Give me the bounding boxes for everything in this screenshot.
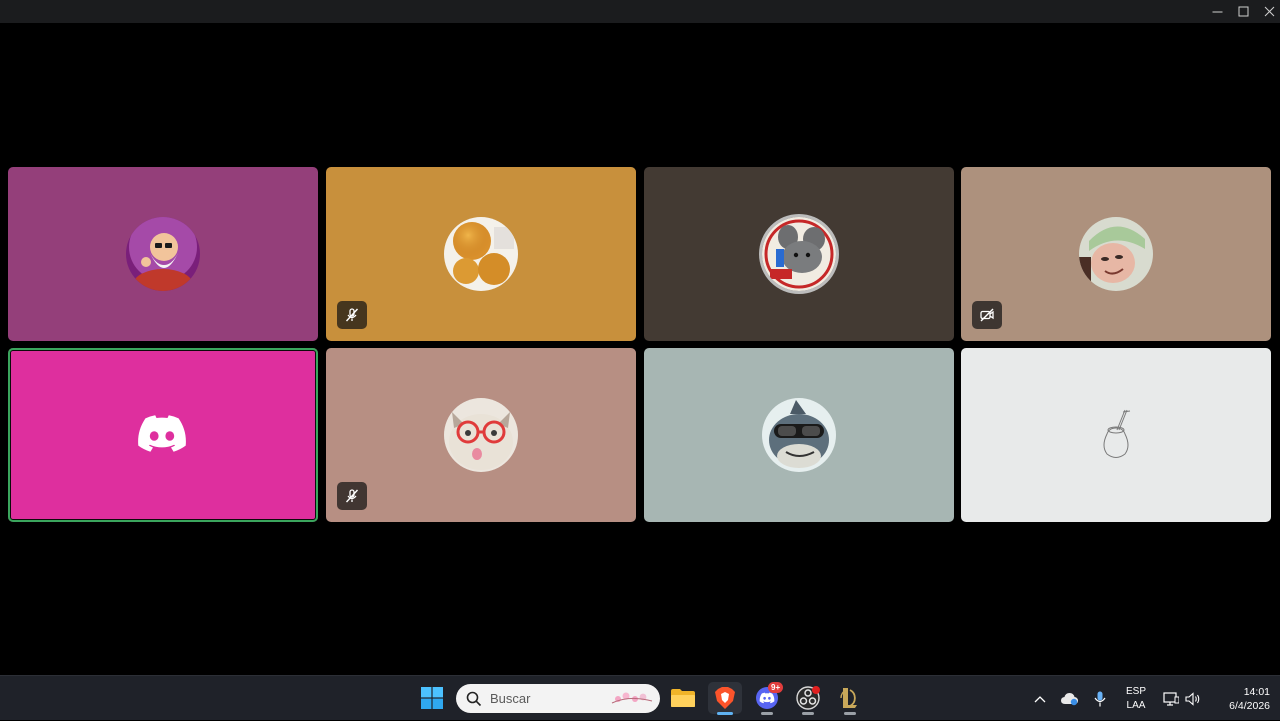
discord-notification-badge: 9+ bbox=[768, 682, 784, 693]
avatar bbox=[1079, 217, 1153, 291]
camera-off-icon bbox=[980, 308, 994, 322]
taskbar-clock[interactable]: 14:01 6/4/2026 bbox=[1208, 685, 1270, 713]
avatar bbox=[762, 398, 836, 472]
participant-tile-selfie[interactable] bbox=[961, 167, 1271, 341]
mic-muted-indicator bbox=[337, 482, 367, 510]
brave-icon bbox=[715, 687, 735, 709]
close-icon bbox=[1264, 6, 1274, 17]
language-code: ESP bbox=[1125, 686, 1146, 697]
active-indicator bbox=[717, 712, 733, 715]
taskbar-league-client[interactable] bbox=[833, 682, 867, 715]
microphone-tray-button[interactable] bbox=[1088, 676, 1112, 721]
mic-muted-icon bbox=[345, 489, 359, 503]
speaker-icon bbox=[1185, 691, 1200, 706]
microphone-icon bbox=[1094, 691, 1106, 706]
window-title-bar bbox=[0, 0, 1280, 23]
running-indicator bbox=[844, 712, 856, 715]
obs-icon bbox=[796, 686, 820, 710]
clock-date: 6/4/2026 bbox=[1229, 700, 1270, 712]
cloud-icon bbox=[1061, 692, 1078, 705]
taskbar: Buscar 9+ ESP LAA 14:01 6/4/2026 bbox=[0, 675, 1280, 720]
volume-tray-button[interactable] bbox=[1182, 676, 1204, 721]
search-icon bbox=[466, 691, 482, 707]
discord-logo-icon bbox=[138, 415, 186, 452]
network-tray-button[interactable] bbox=[1160, 676, 1182, 721]
search-placeholder: Buscar bbox=[490, 691, 531, 706]
minimize-button[interactable] bbox=[1204, 0, 1230, 23]
start-button[interactable] bbox=[415, 682, 449, 714]
participant-tile-bunuelos[interactable] bbox=[326, 167, 636, 341]
league-icon bbox=[840, 688, 857, 708]
participant-tile-speaking[interactable] bbox=[8, 348, 318, 522]
show-hidden-icons-button[interactable] bbox=[1030, 676, 1050, 721]
clock-time: 14:01 bbox=[1243, 686, 1270, 698]
windows-start-icon bbox=[421, 687, 443, 709]
mate-gourd-icon bbox=[1103, 409, 1131, 458]
minimize-icon bbox=[1212, 11, 1222, 13]
mic-muted-indicator bbox=[337, 301, 367, 329]
chevron-up-icon bbox=[1034, 695, 1046, 702]
avatar bbox=[126, 217, 200, 291]
file-explorer-icon bbox=[671, 689, 695, 707]
onedrive-tray-button[interactable] bbox=[1058, 676, 1082, 721]
network-monitor-icon bbox=[1163, 691, 1179, 706]
maximize-button[interactable] bbox=[1230, 0, 1256, 23]
maximize-icon bbox=[1238, 6, 1248, 17]
taskbar-discord[interactable]: 9+ bbox=[750, 682, 784, 715]
taskbar-obs[interactable] bbox=[791, 682, 825, 715]
participant-tile-mouse[interactable] bbox=[644, 167, 954, 341]
taskbar-search-box[interactable]: Buscar bbox=[456, 684, 660, 713]
input-language-indicator[interactable]: ESP LAA bbox=[1122, 685, 1150, 713]
participant-tile-shark[interactable] bbox=[644, 348, 954, 522]
taskbar-file-explorer[interactable] bbox=[666, 682, 700, 714]
avatar bbox=[444, 217, 518, 291]
close-button[interactable] bbox=[1256, 0, 1280, 23]
taskbar-brave[interactable] bbox=[708, 682, 742, 715]
camera-off-indicator bbox=[972, 301, 1002, 329]
participant-tile-cat[interactable] bbox=[326, 348, 636, 522]
running-indicator bbox=[802, 712, 814, 715]
running-indicator bbox=[761, 712, 773, 715]
avatar bbox=[444, 398, 518, 472]
avatar bbox=[762, 217, 836, 291]
participant-tile-mate[interactable] bbox=[961, 348, 1271, 522]
participant-tile-roshi[interactable] bbox=[8, 167, 318, 341]
mic-muted-icon bbox=[345, 308, 359, 322]
keyboard-layout-code: LAA bbox=[1126, 700, 1146, 711]
search-highlight-art-icon bbox=[611, 692, 653, 704]
video-grid bbox=[0, 23, 1280, 675]
